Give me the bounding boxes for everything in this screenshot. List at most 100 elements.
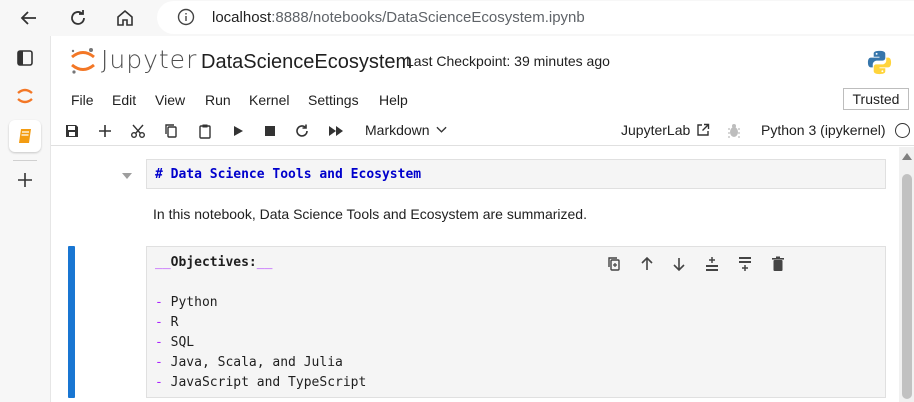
bold-marker: __ <box>256 255 273 270</box>
url-path: :8888/notebooks/DataScienceEcosystem.ipy… <box>271 9 585 26</box>
trusted-indicator[interactable]: Trusted <box>843 88 909 110</box>
bullet-marker: - <box>155 375 163 390</box>
paste-button[interactable] <box>196 122 214 140</box>
notebook-sidebar-button[interactable] <box>9 120 41 152</box>
reload-button[interactable] <box>65 5 91 31</box>
insert-above-icon <box>706 257 718 271</box>
notebook-icon <box>19 129 31 143</box>
python-logo-icon <box>867 50 892 75</box>
cell-type-value: Markdown <box>365 122 430 138</box>
bullet-marker: - <box>155 335 163 350</box>
markdown-cell-heading[interactable]: # Data Science Tools and Ecosystem <box>146 159 886 189</box>
menu-bar: File Edit View Run Kernel Settings Help … <box>51 88 914 112</box>
move-down-button[interactable] <box>669 254 689 274</box>
tabs-button[interactable] <box>9 42 41 74</box>
menu-file[interactable]: File <box>71 92 94 108</box>
open-jupyterlab-button[interactable]: JupyterLab <box>621 122 710 138</box>
menu-view[interactable]: View <box>155 92 185 108</box>
plus-icon <box>18 173 32 187</box>
notebook-cells: # Data Science Tools and Ecosystem In th… <box>51 147 899 402</box>
interrupt-button[interactable] <box>261 122 279 140</box>
jupyter-icon <box>17 88 33 104</box>
duplicate-icon <box>608 257 620 271</box>
plus-icon <box>99 125 111 137</box>
rendered-markdown-text: In this notebook, Data Science Tools and… <box>153 206 587 222</box>
play-icon <box>234 126 243 136</box>
kernel-status-icon <box>895 123 910 138</box>
insert-below-icon <box>739 257 751 271</box>
jupyter-page: Jupyter DataScienceEcosystem Last Checkp… <box>50 36 914 402</box>
checkpoint-status: Last Checkpoint: 39 minutes ago <box>406 53 610 69</box>
notebook-title[interactable]: DataScienceEcosystem <box>201 51 412 74</box>
insert-cell-button[interactable] <box>96 122 114 140</box>
sidebar-divider <box>13 160 37 161</box>
restart-run-all-button[interactable] <box>327 122 345 140</box>
external-link-icon <box>697 123 710 136</box>
scroll-thumb[interactable] <box>902 174 912 399</box>
restart-icon <box>296 124 308 137</box>
collapse-heading-icon[interactable] <box>121 172 133 180</box>
jupyter-logo-icon[interactable] <box>69 46 97 76</box>
duplicate-cell-button[interactable] <box>604 254 624 274</box>
bullet-marker: - <box>155 355 163 370</box>
arrow-left-icon <box>20 11 36 25</box>
notebook-header: Jupyter DataScienceEcosystem Last Checkp… <box>51 36 914 84</box>
url-host: localhost <box>212 9 272 26</box>
save-button[interactable] <box>63 122 81 140</box>
scroll-up-icon[interactable] <box>902 153 912 160</box>
notebook-toolbar: Markdown JupyterLab Python 3 (ipykernel) <box>51 116 914 146</box>
chevron-down-icon <box>436 126 447 133</box>
jupyterlab-label: JupyterLab <box>621 122 691 138</box>
reload-icon <box>71 10 85 25</box>
list-item-text: SQL <box>170 335 195 350</box>
save-icon <box>66 125 78 137</box>
menu-run[interactable]: Run <box>205 92 231 108</box>
menu-kernel[interactable]: Kernel <box>249 92 289 108</box>
bullet-marker: - <box>155 295 163 310</box>
menu-settings[interactable]: Settings <box>308 92 359 108</box>
list-item-text: Python <box>170 295 218 310</box>
list-item-text: R <box>170 315 179 330</box>
cell-toolbar <box>604 254 794 274</box>
run-button[interactable] <box>229 122 247 140</box>
list-item: - Java, Scala, and Julia <box>155 355 343 370</box>
cell-source: # Data Science Tools and Ecosystem <box>155 167 422 182</box>
copy-button[interactable] <box>162 122 180 140</box>
menu-edit[interactable]: Edit <box>112 92 136 108</box>
bullet-marker: - <box>155 315 163 330</box>
menu-help[interactable]: Help <box>379 92 408 108</box>
jupyter-sidebar-button[interactable] <box>9 80 41 112</box>
cut-button[interactable] <box>129 122 147 140</box>
restart-button[interactable] <box>293 122 311 140</box>
list-item: - Python <box>155 295 218 310</box>
debugger-icon[interactable] <box>727 123 741 139</box>
list-item: - R <box>155 315 178 330</box>
objectives-heading-line: __Objectives:__ <box>155 255 272 270</box>
list-item-text: JavaScript and TypeScript <box>170 375 367 390</box>
kernel-name[interactable]: Python 3 (ipykernel) <box>761 122 886 138</box>
insert-above-button[interactable] <box>702 254 722 274</box>
list-item-text: Java, Scala, and Julia <box>170 355 343 370</box>
notebook-scrollbar[interactable] <box>899 147 914 402</box>
paste-icon <box>199 124 211 139</box>
browser-toolbar: localhost:8888/notebooks/DataScienceEcos… <box>0 0 914 36</box>
jupyter-wordmark: Jupyter <box>101 45 198 74</box>
back-button[interactable] <box>16 5 42 31</box>
fast-forward-icon <box>329 126 343 136</box>
scissors-icon <box>131 124 145 138</box>
home-button[interactable] <box>112 5 138 31</box>
info-icon[interactable] <box>177 8 195 26</box>
delete-cell-button[interactable] <box>768 254 788 274</box>
list-item: - JavaScript and TypeScript <box>155 375 366 390</box>
active-cell-indicator[interactable] <box>68 246 75 398</box>
address-bar[interactable]: localhost:8888/notebooks/DataScienceEcos… <box>157 1 914 34</box>
add-button[interactable] <box>9 164 41 196</box>
edge-sidebar <box>0 36 50 402</box>
move-up-button[interactable] <box>637 254 657 274</box>
cell-type-select[interactable]: Markdown <box>365 122 447 138</box>
insert-below-button[interactable] <box>735 254 755 274</box>
bold-marker: __ <box>155 255 171 270</box>
copy-icon <box>165 124 177 138</box>
list-item: - SQL <box>155 335 194 350</box>
home-icon <box>117 9 133 26</box>
